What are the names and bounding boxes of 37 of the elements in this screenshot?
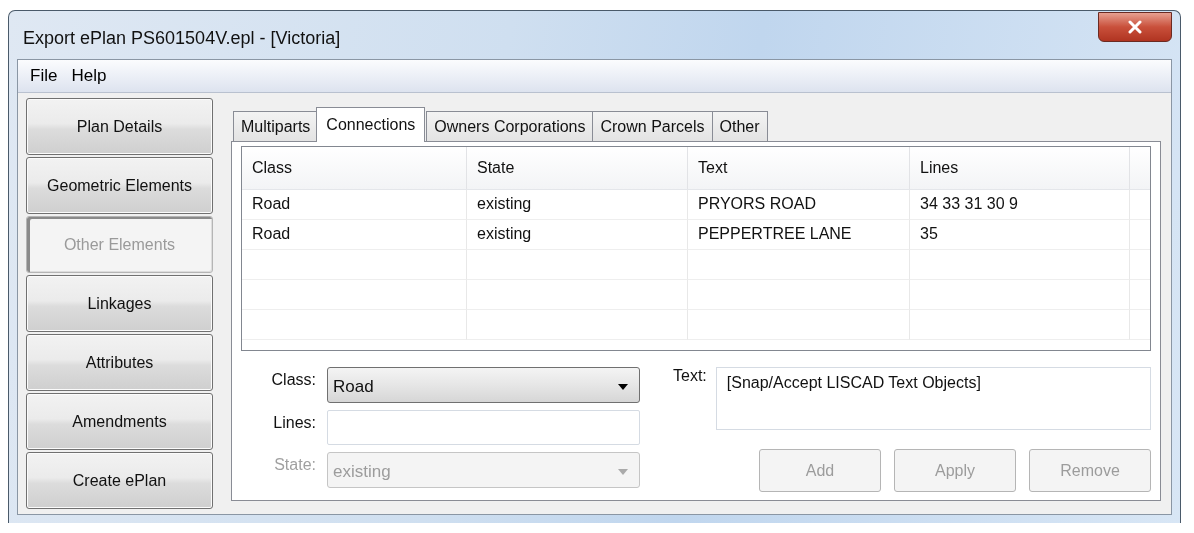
sidebar-button[interactable]: Amendments	[26, 393, 213, 450]
table-cell: PEPPERTREE LANE	[688, 220, 910, 250]
table-cell: Road	[242, 220, 467, 250]
sidebar-button[interactable]: Geometric Elements	[26, 157, 213, 214]
menu-item[interactable]: Help	[65, 64, 113, 88]
tab[interactable]: Multiparts	[233, 111, 319, 141]
caret-icon	[617, 468, 629, 476]
sidebar-button[interactable]: Linkages	[26, 275, 213, 332]
field-label: Lines:	[272, 413, 317, 432]
lines-field[interactable]	[327, 410, 640, 445]
tab[interactable]: Crown Parcels	[592, 111, 713, 141]
close-icon	[1126, 20, 1144, 34]
tab[interactable]: Owners Corporations	[426, 111, 594, 141]
tab[interactable]: Other	[711, 111, 768, 141]
column-header[interactable]: State	[467, 147, 688, 189]
text-field[interactable]: [Snap/Accept LISCAD Text Objects]	[715, 367, 1151, 430]
menu-item[interactable]: File	[24, 64, 64, 88]
sidebar-button[interactable]: Attributes	[26, 334, 213, 391]
tab[interactable]: Connections	[316, 107, 426, 142]
class-dropdown[interactable]: Road	[327, 367, 640, 403]
table-cell: 34 33 31 30 9	[910, 190, 1130, 220]
table-cell: existing	[467, 190, 688, 220]
table-cell: Road	[242, 190, 467, 220]
column-header[interactable]: Text	[688, 147, 910, 189]
table-cell: PRYORS ROAD	[688, 190, 910, 220]
column-header[interactable]: Lines	[910, 147, 1130, 189]
window-title: Export ePlan PS601504V.epl - [Victoria]	[22, 26, 341, 49]
caret-icon	[617, 383, 629, 391]
field-label: Text:	[673, 367, 708, 386]
sidebar-button[interactable]: Create ePlan	[26, 452, 213, 509]
table-cell: existing	[467, 220, 688, 250]
table-cell: 35	[910, 220, 1130, 250]
field-label: State:	[273, 455, 317, 474]
close-button[interactable]	[1098, 12, 1172, 42]
column-header[interactable]: Class	[242, 147, 467, 189]
field-label: Class:	[270, 370, 317, 389]
sidebar-button[interactable]: Plan Details	[26, 98, 213, 155]
